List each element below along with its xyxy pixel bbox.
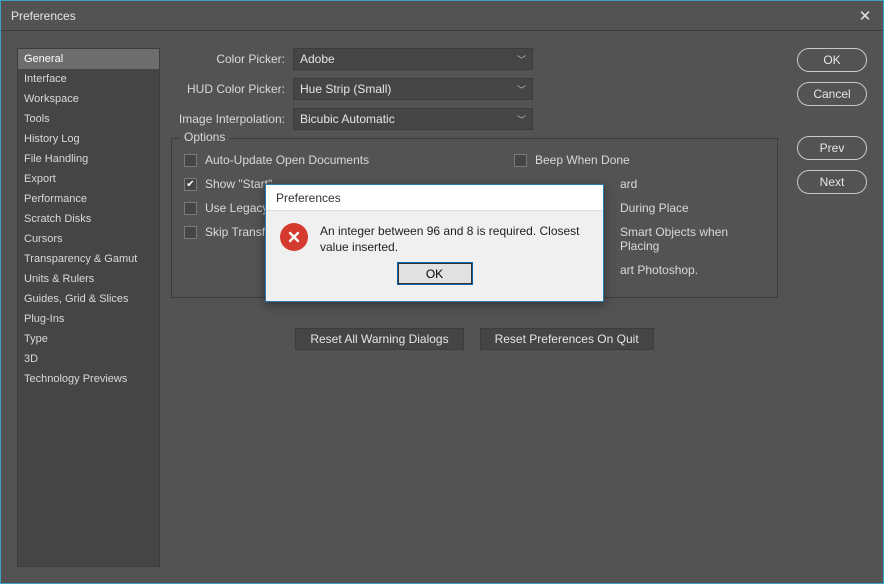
sidebar-item-file-handling[interactable]: File Handling bbox=[18, 149, 159, 169]
row-image-interpolation: Image Interpolation: Bicubic Automatic ﹀ bbox=[171, 108, 778, 130]
sidebar-item-3d[interactable]: 3D bbox=[18, 349, 159, 369]
chevron-down-icon: ﹀ bbox=[517, 113, 526, 126]
sidebar-item-workspace[interactable]: Workspace bbox=[18, 89, 159, 109]
chk-beep-when-done[interactable]: Beep When Done bbox=[514, 153, 765, 167]
checkbox-icon bbox=[184, 226, 197, 239]
right-button-column: OK Cancel Prev Next bbox=[797, 48, 867, 194]
options-legend: Options bbox=[180, 130, 229, 144]
titlebar: Preferences ✕ bbox=[1, 1, 883, 31]
select-color-picker[interactable]: Adobe ﹀ bbox=[293, 48, 533, 70]
sidebar-item-guides-grid-slices[interactable]: Guides, Grid & Slices bbox=[18, 289, 159, 309]
cancel-button[interactable]: Cancel bbox=[797, 82, 867, 106]
row-hud-color-picker: HUD Color Picker: Hue Strip (Small) ﹀ bbox=[171, 78, 778, 100]
label-hud-color-picker: HUD Color Picker: bbox=[171, 82, 293, 96]
sidebar-item-units-rulers[interactable]: Units & Rulers bbox=[18, 269, 159, 289]
main-area: General Interface Workspace Tools Histor… bbox=[1, 32, 883, 583]
error-ok-button[interactable]: OK bbox=[398, 263, 472, 284]
error-dialog: Preferences An integer between 96 and 8 … bbox=[265, 184, 604, 302]
reset-button-row: Reset All Warning Dialogs Reset Preferen… bbox=[171, 328, 778, 350]
reset-prefs-button[interactable]: Reset Preferences On Quit bbox=[480, 328, 654, 350]
sidebar-item-type[interactable]: Type bbox=[18, 329, 159, 349]
row-color-picker: Color Picker: Adobe ﹀ bbox=[171, 48, 778, 70]
close-icon[interactable]: ✕ bbox=[855, 6, 875, 26]
sidebar-item-interface[interactable]: Interface bbox=[18, 69, 159, 89]
sidebar-item-performance[interactable]: Performance bbox=[18, 189, 159, 209]
label-color-picker: Color Picker: bbox=[171, 52, 293, 66]
prev-button[interactable]: Prev bbox=[797, 136, 867, 160]
reset-warnings-button[interactable]: Reset All Warning Dialogs bbox=[295, 328, 463, 350]
chevron-down-icon: ﹀ bbox=[517, 53, 526, 66]
sidebar-item-tools[interactable]: Tools bbox=[18, 109, 159, 129]
checkbox-icon bbox=[184, 202, 197, 215]
next-button[interactable]: Next bbox=[797, 170, 867, 194]
checkbox-icon bbox=[184, 154, 197, 167]
window-title: Preferences bbox=[11, 9, 76, 23]
chk-auto-update[interactable]: Auto-Update Open Documents bbox=[184, 153, 514, 167]
sidebar-item-general[interactable]: General bbox=[18, 49, 159, 69]
error-message: An integer between 96 and 8 is required.… bbox=[320, 223, 589, 255]
checkbox-icon bbox=[184, 178, 197, 191]
select-hud-color-picker[interactable]: Hue Strip (Small) ﹀ bbox=[293, 78, 533, 100]
select-image-interpolation[interactable]: Bicubic Automatic ﹀ bbox=[293, 108, 533, 130]
preferences-window: Preferences ✕ General Interface Workspac… bbox=[0, 0, 884, 584]
sidebar-item-scratch-disks[interactable]: Scratch Disks bbox=[18, 209, 159, 229]
sidebar: General Interface Workspace Tools Histor… bbox=[17, 48, 160, 567]
error-dialog-title: Preferences bbox=[266, 185, 603, 211]
chevron-down-icon: ﹀ bbox=[517, 83, 526, 96]
error-icon bbox=[280, 223, 308, 251]
ok-button[interactable]: OK bbox=[797, 48, 867, 72]
sidebar-item-transparency-gamut[interactable]: Transparency & Gamut bbox=[18, 249, 159, 269]
sidebar-item-cursors[interactable]: Cursors bbox=[18, 229, 159, 249]
label-image-interpolation: Image Interpolation: bbox=[171, 112, 293, 126]
checkbox-icon bbox=[514, 154, 527, 167]
sidebar-item-export[interactable]: Export bbox=[18, 169, 159, 189]
sidebar-item-history-log[interactable]: History Log bbox=[18, 129, 159, 149]
sidebar-item-plug-ins[interactable]: Plug-Ins bbox=[18, 309, 159, 329]
sidebar-item-technology-previews[interactable]: Technology Previews bbox=[18, 369, 159, 389]
